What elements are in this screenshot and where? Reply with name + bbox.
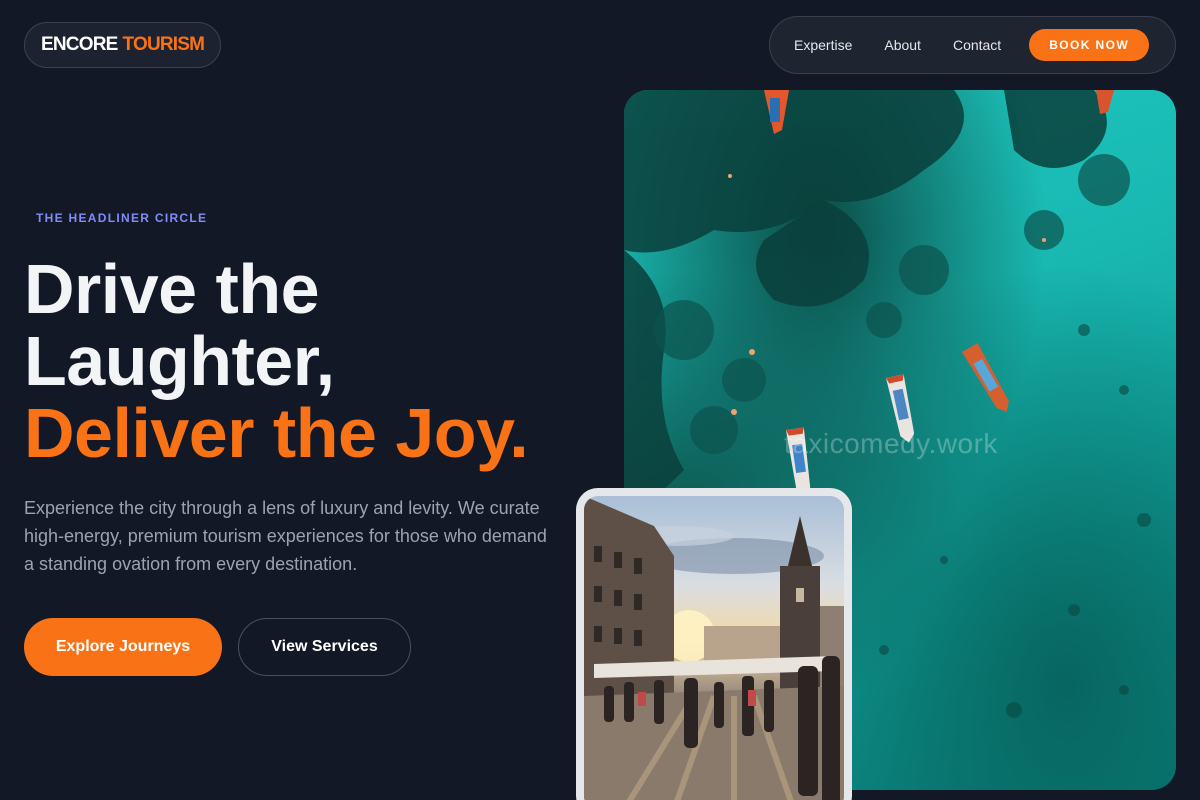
hero-eyebrow: THE HEADLINER CIRCLE	[36, 211, 208, 225]
headline-line-3: Deliver the Joy.	[24, 394, 529, 472]
city-square-image	[584, 496, 844, 800]
nav-link-expertise[interactable]: Expertise	[794, 37, 852, 53]
headline-line-2: Laughter,	[24, 322, 335, 400]
hero-headline: Drive the Laughter, Deliver the Joy.	[24, 253, 604, 469]
brand-word-encore: ENCORE	[41, 34, 118, 55]
view-services-button[interactable]: View Services	[238, 618, 411, 676]
image-watermark: taxicomedy.work	[784, 428, 998, 459]
explore-journeys-button[interactable]: Explore Journeys	[24, 618, 222, 676]
brand-logo[interactable]: ENCORE TOURISM	[24, 22, 222, 68]
phone-mockup	[576, 488, 852, 800]
city-scene-illustration	[584, 496, 844, 800]
nav-link-contact[interactable]: Contact	[953, 37, 1001, 53]
book-now-button[interactable]: BOOK NOW	[1029, 29, 1150, 61]
headline-line-1: Drive the	[24, 250, 320, 328]
brand-word-tourism: TOURISM	[122, 34, 205, 55]
main-nav: Expertise About Contact BOOK NOW	[769, 16, 1176, 74]
hero-description: Experience the city through a lens of lu…	[24, 498, 547, 574]
nav-link-about[interactable]: About	[884, 37, 921, 53]
